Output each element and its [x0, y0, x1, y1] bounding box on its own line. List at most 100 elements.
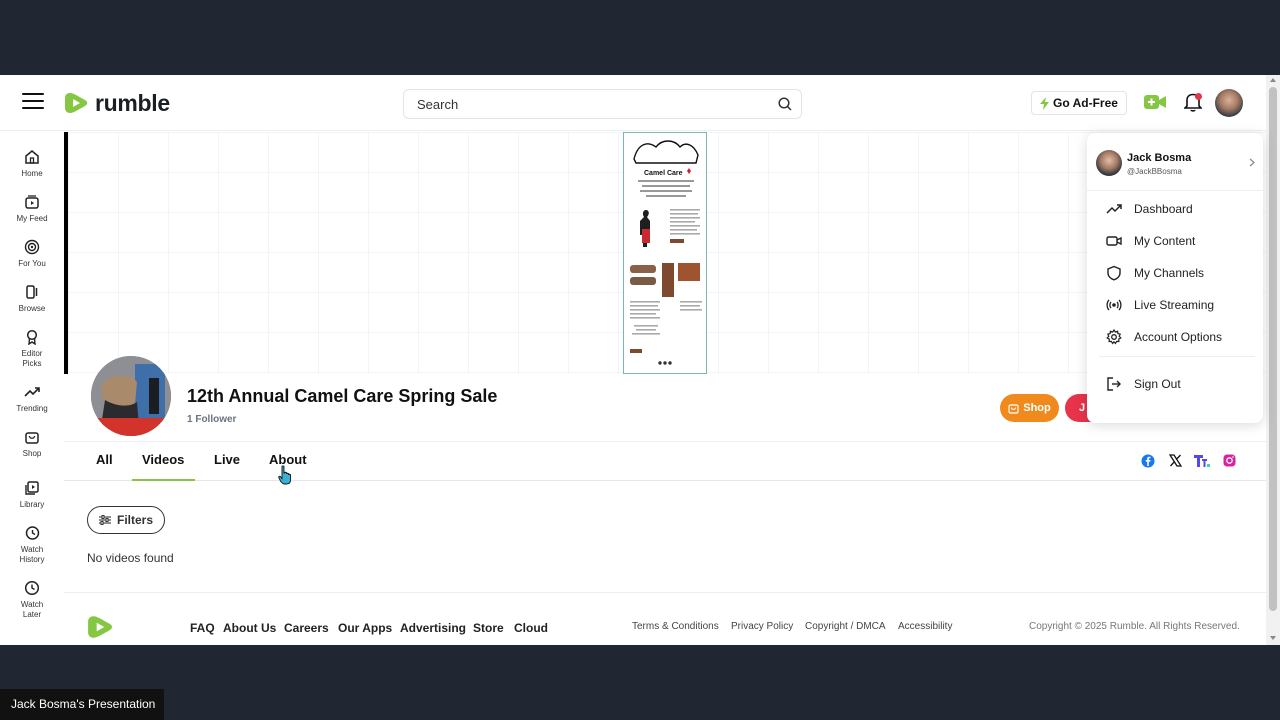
- sidebar-item-for-you[interactable]: For You: [0, 239, 64, 269]
- footer-link-advertising[interactable]: Advertising: [400, 621, 466, 635]
- menu-item-label: Sign Out: [1134, 377, 1181, 391]
- browse-icon: [26, 285, 38, 299]
- menu-item-live-streaming[interactable]: Live Streaming: [1087, 291, 1263, 319]
- menu-icon[interactable]: [22, 93, 44, 111]
- truth-social-icon[interactable]: [1194, 454, 1210, 468]
- shield-icon: [1107, 265, 1121, 281]
- footer-link-careers[interactable]: Careers: [284, 621, 329, 635]
- search-icon[interactable]: [777, 96, 793, 112]
- award-icon: [26, 329, 38, 345]
- channel-banner: Camel Care: [64, 132, 1266, 374]
- shop-bag-icon: [1008, 403, 1019, 414]
- sidebar-item-my-feed[interactable]: My Feed: [0, 194, 64, 224]
- facebook-icon[interactable]: [1141, 454, 1155, 468]
- filter-sliders-icon: [98, 515, 111, 525]
- chevron-right-icon: [1249, 158, 1255, 167]
- page-scrollbar[interactable]: [1266, 75, 1280, 645]
- menu-item-label: Account Options: [1134, 330, 1223, 344]
- upload-video-icon[interactable]: [1144, 94, 1166, 110]
- feed-icon: [25, 195, 39, 209]
- channel-title: 12th Annual Camel Care Spring Sale: [187, 386, 498, 406]
- sidebar-item-label: My Feed: [16, 214, 48, 223]
- user-menu-dropdown: Jack Bosma @JackBBosma Dashboard My Cont…: [1087, 133, 1263, 423]
- left-sidebar: Home My Feed For You Browse Editor Picks…: [0, 132, 64, 645]
- dashboard-trend-icon: [1106, 204, 1122, 214]
- sidebar-item-browse[interactable]: Browse: [0, 284, 64, 314]
- hand-pointer-cursor-icon: [278, 465, 291, 485]
- dropdown-user-name: Jack Bosma: [1127, 152, 1192, 164]
- tab-live[interactable]: Live: [214, 452, 240, 467]
- history-icon: [25, 526, 40, 540]
- instagram-icon[interactable]: [1223, 454, 1236, 467]
- channel-avatar[interactable]: [91, 356, 171, 436]
- menu-item-label: My Channels: [1134, 266, 1205, 280]
- sidebar-item-label: Library: [19, 500, 45, 509]
- flyer-brand-text: Camel Care: [644, 170, 683, 177]
- footer-link-terms[interactable]: Terms & Conditions: [632, 621, 719, 632]
- lightning-icon: [1040, 96, 1050, 110]
- sidebar-item-home[interactable]: Home: [0, 149, 64, 179]
- library-icon: [25, 481, 39, 495]
- menu-item-account-options[interactable]: Account Options: [1087, 323, 1263, 351]
- sidebar-item-trending[interactable]: Trending: [0, 384, 64, 414]
- ad-free-label: Go Ad-Free: [1053, 96, 1118, 110]
- filters-label: Filters: [116, 513, 153, 527]
- filters-button[interactable]: Filters: [87, 506, 165, 534]
- sidebar-item-shop[interactable]: Shop: [0, 429, 64, 459]
- notification-badge: [1195, 93, 1202, 100]
- sidebar-item-label: For You: [18, 259, 46, 268]
- search-box[interactable]: [403, 89, 802, 119]
- sidebar-item-label: Shop: [22, 449, 42, 458]
- footer-link-cloud[interactable]: Cloud: [514, 621, 548, 635]
- scroll-up-arrow-icon[interactable]: [1269, 77, 1277, 83]
- sidebar-item-label: Watch Later: [20, 600, 44, 619]
- search-input[interactable]: [404, 90, 744, 118]
- shop-button[interactable]: Shop: [1000, 394, 1059, 422]
- banner-flyer-image: Camel Care: [623, 132, 707, 374]
- logo-text: rumble: [95, 89, 170, 116]
- user-avatar[interactable]: [1215, 89, 1243, 117]
- presentation-label: Jack Bosma's Presentation: [0, 689, 164, 720]
- menu-item-label: Dashboard: [1134, 202, 1193, 216]
- sidebar-item-watch-history[interactable]: Watch History: [0, 525, 64, 565]
- video-camera-icon: [1106, 236, 1122, 246]
- top-header: rumble Go Ad-Free: [0, 75, 1266, 131]
- channel-avatar-image: [91, 356, 171, 436]
- sidebar-item-library[interactable]: Library: [0, 480, 64, 510]
- scrollbar-thumb[interactable]: [1269, 87, 1277, 611]
- footer-link-faq[interactable]: FAQ: [190, 621, 215, 635]
- sidebar-item-label: Trending: [16, 404, 48, 413]
- menu-divider: [1099, 356, 1255, 357]
- menu-item-label: My Content: [1134, 234, 1196, 248]
- sidebar-item-label: Watch History: [19, 545, 45, 564]
- footer-link-about-us[interactable]: About Us: [223, 621, 276, 635]
- camel-care-flyer-graphic: Camel Care: [630, 140, 702, 365]
- sidebar-item-label: Editor Picks: [21, 349, 43, 368]
- menu-item-label: Live Streaming: [1134, 298, 1215, 312]
- footer-link-store[interactable]: Store: [473, 621, 504, 635]
- rumble-logo[interactable]: rumble: [64, 89, 170, 117]
- footer-link-copyright-dmca[interactable]: Copyright / DMCA: [805, 621, 886, 632]
- tab-videos[interactable]: Videos: [142, 452, 184, 467]
- dropdown-avatar: [1096, 150, 1122, 176]
- x-twitter-icon[interactable]: [1169, 454, 1182, 467]
- footer-link-privacy[interactable]: Privacy Policy: [731, 621, 793, 632]
- scroll-down-arrow-icon[interactable]: [1269, 635, 1277, 641]
- active-tab-indicator: [132, 479, 195, 481]
- copyright-text: Copyright © 2025 Rumble. All Rights Rese…: [1029, 621, 1240, 632]
- footer-link-our-apps[interactable]: Our Apps: [338, 621, 392, 635]
- dropdown-user-handle: @JackBBosma: [1127, 167, 1182, 176]
- sidebar-item-watch-later[interactable]: Watch Later: [0, 580, 64, 620]
- footer-link-accessibility[interactable]: Accessibility: [898, 621, 952, 632]
- menu-item-my-channels[interactable]: My Channels: [1087, 259, 1263, 287]
- footer-rumble-logo-icon[interactable]: [87, 613, 115, 641]
- sidebar-item-editor-picks[interactable]: Editor Picks: [0, 329, 64, 369]
- sign-out-icon: [1107, 377, 1121, 391]
- menu-item-sign-out[interactable]: Sign Out: [1087, 370, 1263, 398]
- tab-all[interactable]: All: [96, 452, 113, 467]
- broadcast-icon: [1106, 299, 1122, 311]
- menu-item-dashboard[interactable]: Dashboard: [1087, 195, 1263, 223]
- menu-item-my-content[interactable]: My Content: [1087, 227, 1263, 255]
- dropdown-user-header[interactable]: Jack Bosma @JackBBosma: [1087, 133, 1263, 191]
- go-ad-free-button[interactable]: Go Ad-Free: [1031, 91, 1127, 115]
